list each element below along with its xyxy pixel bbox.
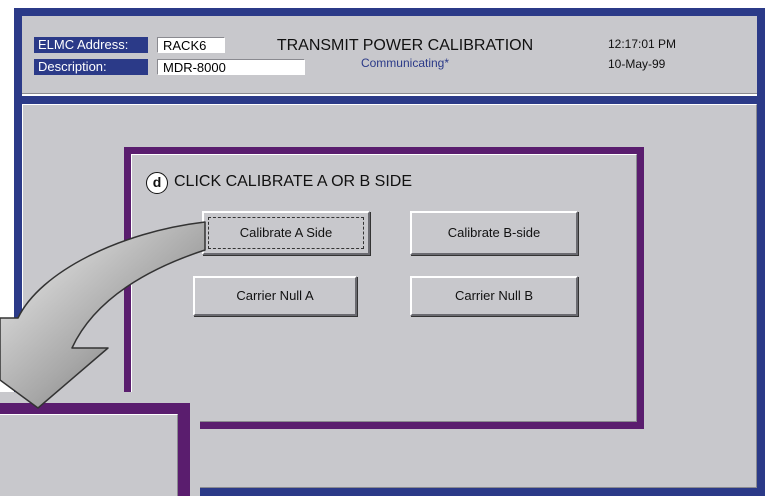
calibrate-b-side-label: Calibrate B-side bbox=[447, 225, 541, 240]
carrier-null-b-label: Carrier Null B bbox=[454, 288, 533, 303]
page-title: TRANSMIT POWER CALIBRATION bbox=[276, 37, 534, 54]
description-label: Description: bbox=[34, 59, 148, 75]
calibrate-b-side-button[interactable]: Calibrate B-side bbox=[410, 211, 578, 255]
clock-date: 10-May-99 bbox=[608, 57, 666, 71]
elmc-address-field[interactable]: RACK6 bbox=[157, 37, 225, 53]
clock-time: 12:17:01 PM bbox=[608, 37, 677, 51]
status-text: Communicating* bbox=[360, 56, 450, 70]
carrier-null-a-button[interactable]: Carrier Null A bbox=[193, 276, 357, 316]
carrier-null-b-button[interactable]: Carrier Null B bbox=[410, 276, 578, 316]
calibrate-a-side-button[interactable]: Calibrate A Side bbox=[202, 211, 370, 255]
header-divider bbox=[22, 96, 757, 104]
carrier-null-a-label: Carrier Null A bbox=[236, 288, 314, 303]
dialog-instruction: CLICK CALIBRATE A OR B SIDE bbox=[174, 173, 412, 190]
elmc-address-label: ELMC Address: bbox=[34, 37, 148, 53]
step-marker-icon: d bbox=[146, 172, 168, 194]
focus-outline bbox=[208, 217, 364, 249]
zoom-inset-panel bbox=[0, 414, 178, 496]
